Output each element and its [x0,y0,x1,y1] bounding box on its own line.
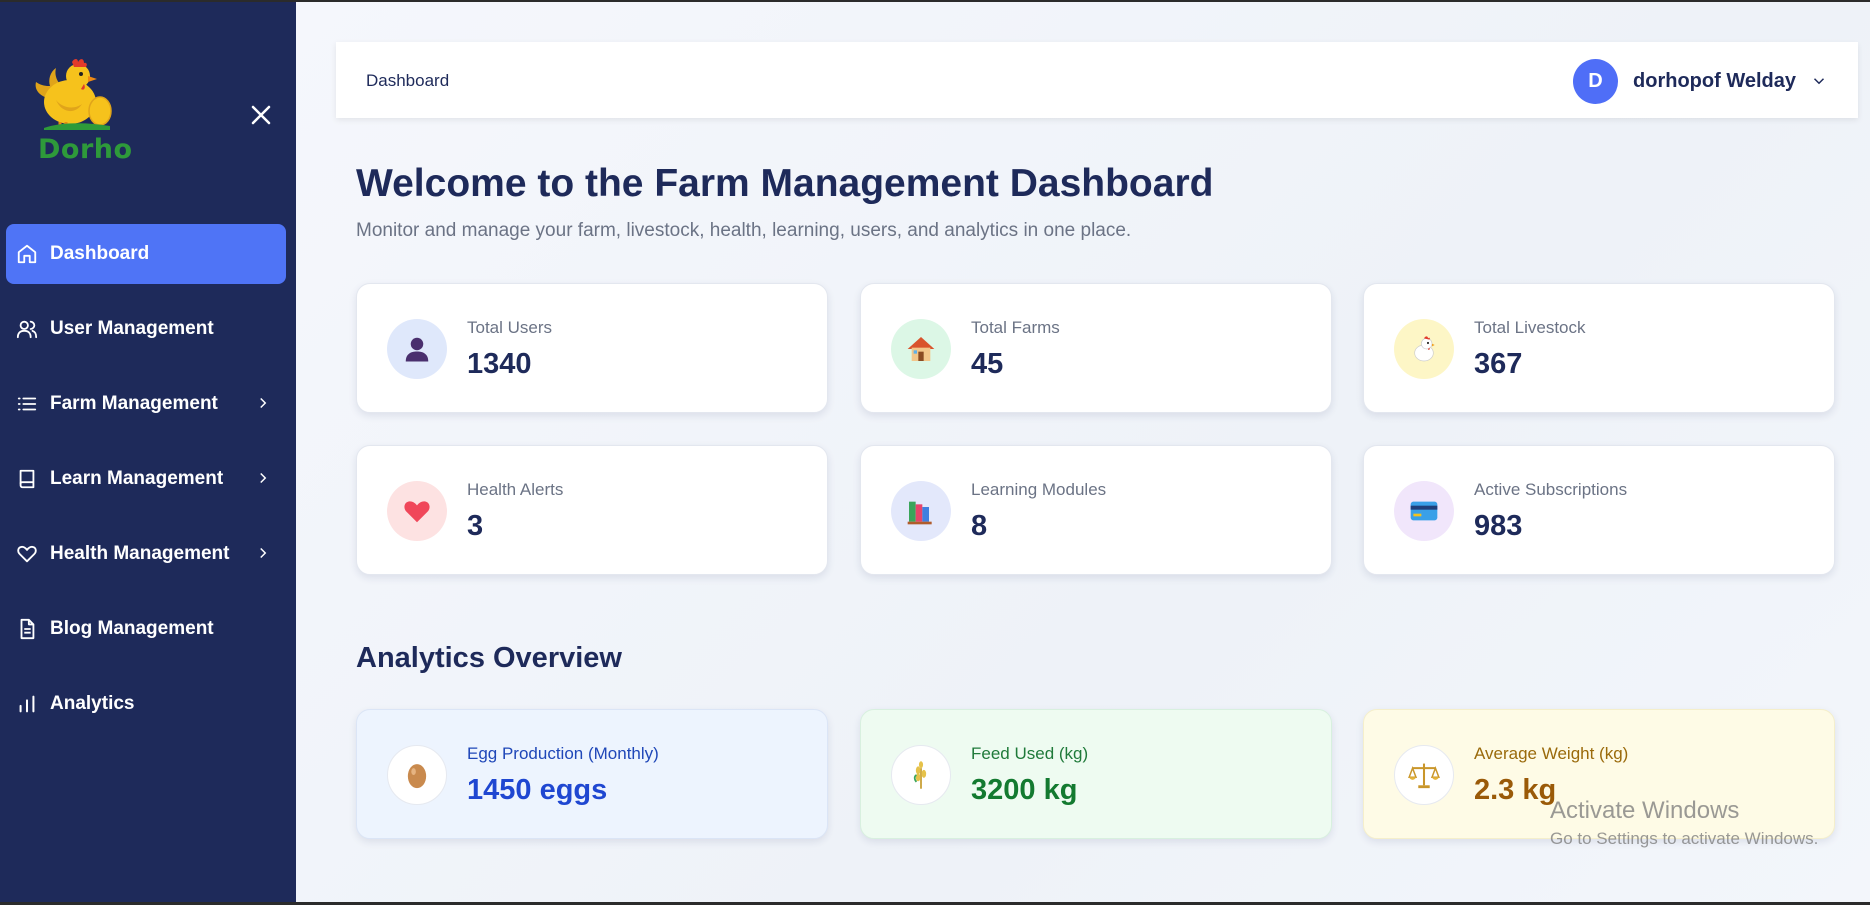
stat-value: 45 [971,348,1004,380]
home-icon [16,243,38,265]
sidebar-item-label: Blog Management [50,618,214,639]
stat-label: Learning Modules [971,480,1107,499]
chicken-icon [1394,319,1454,379]
user-icon [387,319,447,379]
page-subtitle: Monitor and manage your farm, livestock,… [356,220,1132,241]
top-bar: Dashboard D dorhopof Welday [336,42,1858,118]
wheat-icon [891,745,951,805]
section-title-analytics: Analytics Overview [356,642,622,674]
analytics-label: Feed Used (kg) [971,744,1089,763]
stat-card-learning-modules: Learning Modules 8 [860,445,1332,575]
watermark-subtitle: Go to Settings to activate Windows. [1550,829,1819,848]
sidebar-item-label: User Management [50,318,214,339]
users-icon [16,318,38,340]
stat-label: Active Subscriptions [1474,480,1628,499]
analytics-value: 2.3 kg [1474,774,1557,806]
chevron-right-icon [260,472,267,484]
sidebar-item-farm-management[interactable]: Farm Management [6,374,286,434]
avatar: D [1573,58,1619,104]
analytics-label: Egg Production (Monthly) [467,744,659,763]
sidebar-item-blog-management[interactable]: Blog Management [6,599,286,659]
stat-card-total-farms: Total Farms 45 [860,283,1332,413]
sidebar-item-label: Health Management [50,543,230,564]
chevron-right-icon [260,397,267,409]
analytics-value: 3200 kg [971,774,1078,806]
user-menu[interactable]: D dorhopof Welday [1573,58,1828,104]
chicken-logo-icon [35,59,112,130]
page-title: Welcome to the Farm Management Dashboard [356,162,1214,205]
analytics-value: 1450 eggs [467,774,608,806]
chevron-down-icon [1813,78,1825,85]
stat-label: Total Livestock [1474,318,1586,337]
sidebar-nav: Dashboard User Management Farm Managemen… [6,224,286,749]
stat-card-health-alerts: Health Alerts 3 [356,445,828,575]
house-icon [891,319,951,379]
credit-card-icon [1394,481,1454,541]
heart-icon [16,543,38,565]
scale-icon [1394,745,1454,805]
sidebar-item-label: Learn Management [50,468,224,489]
logo: Dorho [30,56,133,166]
app-window: Dorho Dashboard User Management Farm Man… [0,2,1870,902]
egg-icon [387,745,447,805]
bar-chart-icon [16,693,38,715]
breadcrumb: Dashboard [366,71,450,90]
heart-icon [387,481,447,541]
stat-value: 367 [1474,348,1523,380]
stat-value: 1340 [467,348,532,380]
analytics-label: Average Weight (kg) [1474,744,1629,763]
user-name: dorhopof Welday [1633,69,1796,92]
book-icon [16,468,38,490]
stat-value: 983 [1474,510,1523,542]
stat-label: Health Alerts [467,480,564,499]
sidebar-item-label: Analytics [50,693,135,714]
sidebar: Dorho Dashboard User Management Farm Man… [0,2,296,902]
stat-label: Total Farms [971,318,1060,337]
main-content: Dashboard D dorhopof Welday Welcome to t… [296,2,1870,902]
list-icon [16,393,38,415]
stat-value: 3 [467,510,484,542]
watermark-title: Activate Windows [1550,797,1740,824]
sidebar-item-label: Farm Management [50,393,218,414]
stat-label: Total Users [467,318,553,337]
analytics-card-egg-production: Egg Production (Monthly) 1450 eggs [356,709,828,839]
stat-card-total-livestock: Total Livestock 367 [1363,283,1835,413]
close-sidebar-button[interactable] [246,100,276,130]
stat-card-active-subscriptions: Active Subscriptions 983 [1363,445,1835,575]
close-icon [251,105,271,125]
sidebar-item-label: Dashboard [50,243,150,264]
chevron-right-icon [260,547,267,559]
sidebar-item-learn-management[interactable]: Learn Management [6,449,286,509]
document-icon [16,618,38,640]
books-icon [891,481,951,541]
brand-name: Dorho [38,134,133,165]
analytics-card-feed-used: Feed Used (kg) 3200 kg [860,709,1332,839]
stat-card-total-users: Total Users 1340 [356,283,828,413]
sidebar-item-health-management[interactable]: Health Management [6,524,286,584]
sidebar-item-dashboard[interactable]: Dashboard [6,224,286,284]
windows-activation-watermark: Activate Windows Go to Settings to activ… [1550,797,1818,849]
stat-value: 8 [971,510,988,542]
sidebar-item-analytics[interactable]: Analytics [6,674,286,734]
sidebar-item-user-management[interactable]: User Management [6,299,286,359]
